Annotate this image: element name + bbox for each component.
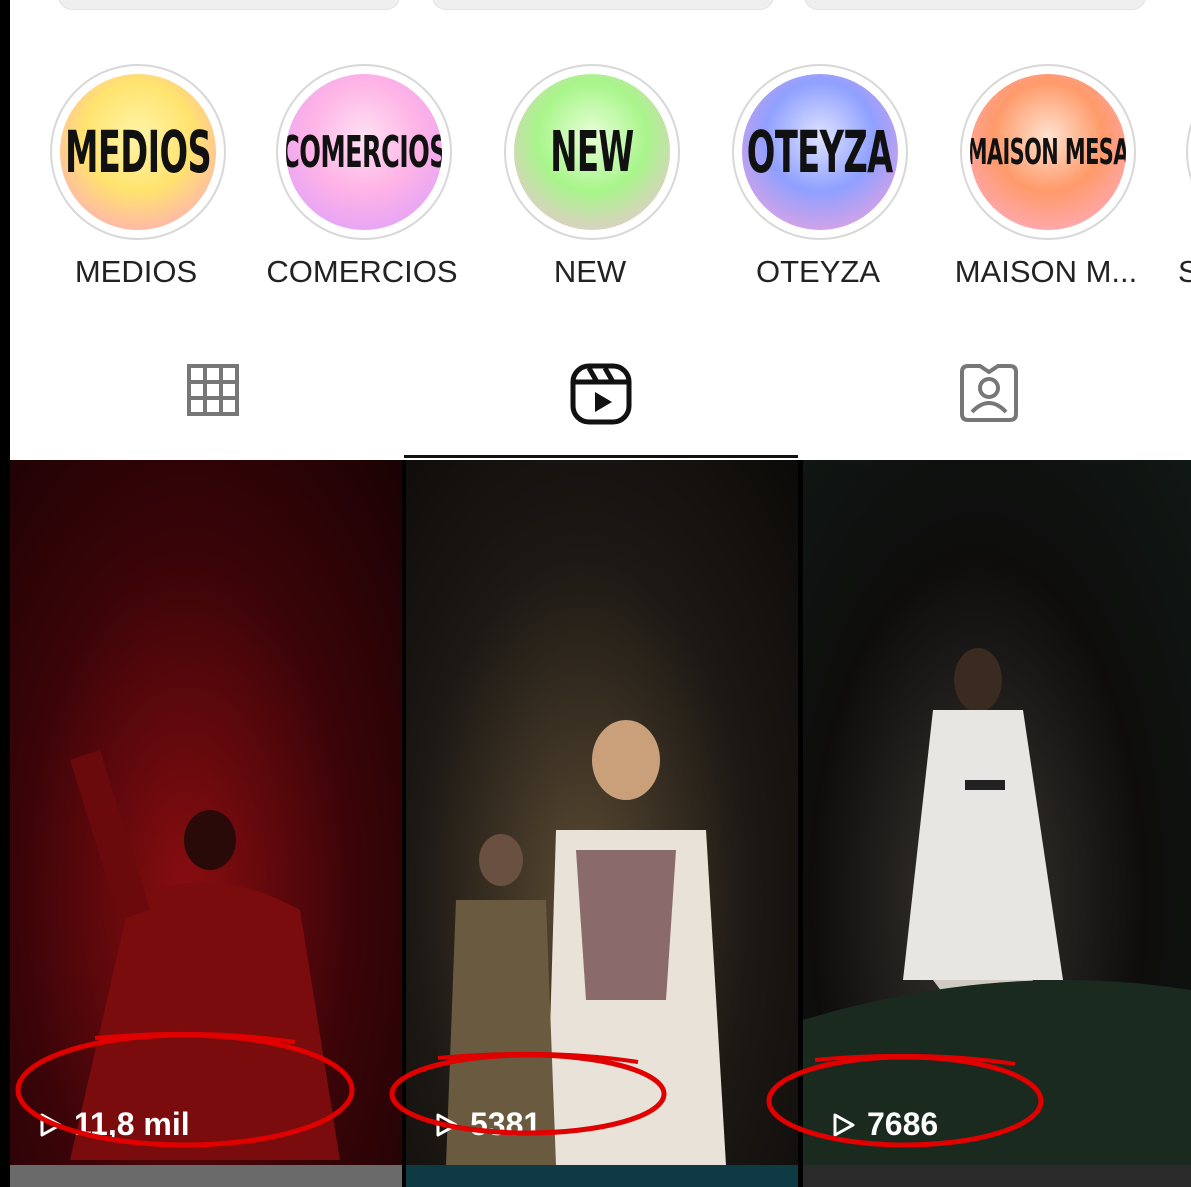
highlight-label: S: [1178, 254, 1191, 289]
play-icon: [833, 1113, 855, 1136]
tab-reels[interactable]: [404, 362, 798, 460]
profile-action-button[interactable]: [804, 0, 1146, 10]
reel-view-count: 7686: [829, 1106, 938, 1143]
highlight-ring: COMERCIOS: [276, 64, 452, 240]
active-tab-indicator: [404, 455, 798, 458]
highlight-cover-text: MAISON MESA: [970, 131, 1126, 173]
story-highlight[interactable]: NEW NEW: [504, 64, 680, 289]
view-count-text: 5381: [470, 1106, 542, 1142]
highlight-label: NEW: [553, 254, 627, 289]
story-highlight[interactable]: S: [1178, 64, 1191, 289]
highlight-ring: NEW: [504, 64, 680, 240]
reels-grid: 11,8 mil 5381 7686: [10, 460, 1191, 1187]
story-highlight[interactable]: MEDIOS MEDIOS: [50, 64, 226, 289]
tagged-icon: [960, 364, 1018, 422]
highlight-ring: [1186, 64, 1191, 240]
highlight-ring: MEDIOS: [50, 64, 226, 240]
highlight-ring: OTEYZA: [732, 64, 908, 240]
profile-header-panel: MEDIOS MEDIOS COMERCIOS COMERCIOS NEW NEW OTEY…: [10, 0, 1191, 460]
highlight-label: MAISON M...: [954, 254, 1138, 289]
play-icon: [436, 1113, 458, 1136]
highlight-cover: MEDIOS: [60, 74, 216, 230]
highlight-cover: OTEYZA: [742, 74, 898, 230]
reel-image: [446, 720, 726, 1165]
profile-action-button[interactable]: [432, 0, 774, 10]
reel-thumbnail[interactable]: [803, 1165, 1191, 1187]
highlight-cover: MAISON MESA: [970, 74, 1126, 230]
view-count-text: 7686: [867, 1106, 939, 1142]
reel-thumbnail[interactable]: 5381: [406, 460, 798, 1165]
play-icon: [40, 1113, 62, 1136]
story-highlight[interactable]: MAISON MESA MAISON M...: [955, 64, 1137, 289]
highlight-label: OTEYZA: [755, 254, 880, 289]
reel-image: [803, 648, 1191, 1165]
story-highlight[interactable]: OTEYZA OTEYZA: [732, 64, 908, 289]
highlight-ring: MAISON MESA: [960, 64, 1136, 240]
highlight-cover-text: OTEYZA: [747, 118, 893, 186]
tab-tagged[interactable]: [792, 362, 1186, 460]
view-count-text: 11,8 mil: [74, 1106, 190, 1142]
highlight-cover-text: COMERCIOS: [286, 126, 442, 178]
reel-view-count: 5381: [432, 1106, 541, 1143]
tab-posts[interactable]: [16, 362, 410, 460]
highlight-label: MEDIOS: [74, 254, 198, 289]
reel-thumbnail[interactable]: 7686: [803, 460, 1191, 1165]
highlight-label: COMERCIOS: [266, 254, 458, 289]
highlight-cover-text: MEDIOS: [64, 118, 212, 186]
reels-icon: [570, 363, 632, 425]
story-highlight[interactable]: COMERCIOS COMERCIOS: [266, 64, 458, 289]
reel-thumbnail[interactable]: [406, 1165, 798, 1187]
grid-icon: [187, 364, 239, 416]
profile-action-button[interactable]: [58, 0, 400, 10]
highlight-cover: COMERCIOS: [286, 74, 442, 230]
reel-image: [70, 750, 340, 1160]
highlight-cover: NEW: [514, 74, 670, 230]
reel-thumbnail[interactable]: 11,8 mil: [10, 460, 402, 1165]
reel-view-count: 11,8 mil: [36, 1106, 190, 1143]
highlight-cover-text: NEW: [550, 119, 634, 185]
reel-thumbnail[interactable]: [10, 1165, 402, 1187]
